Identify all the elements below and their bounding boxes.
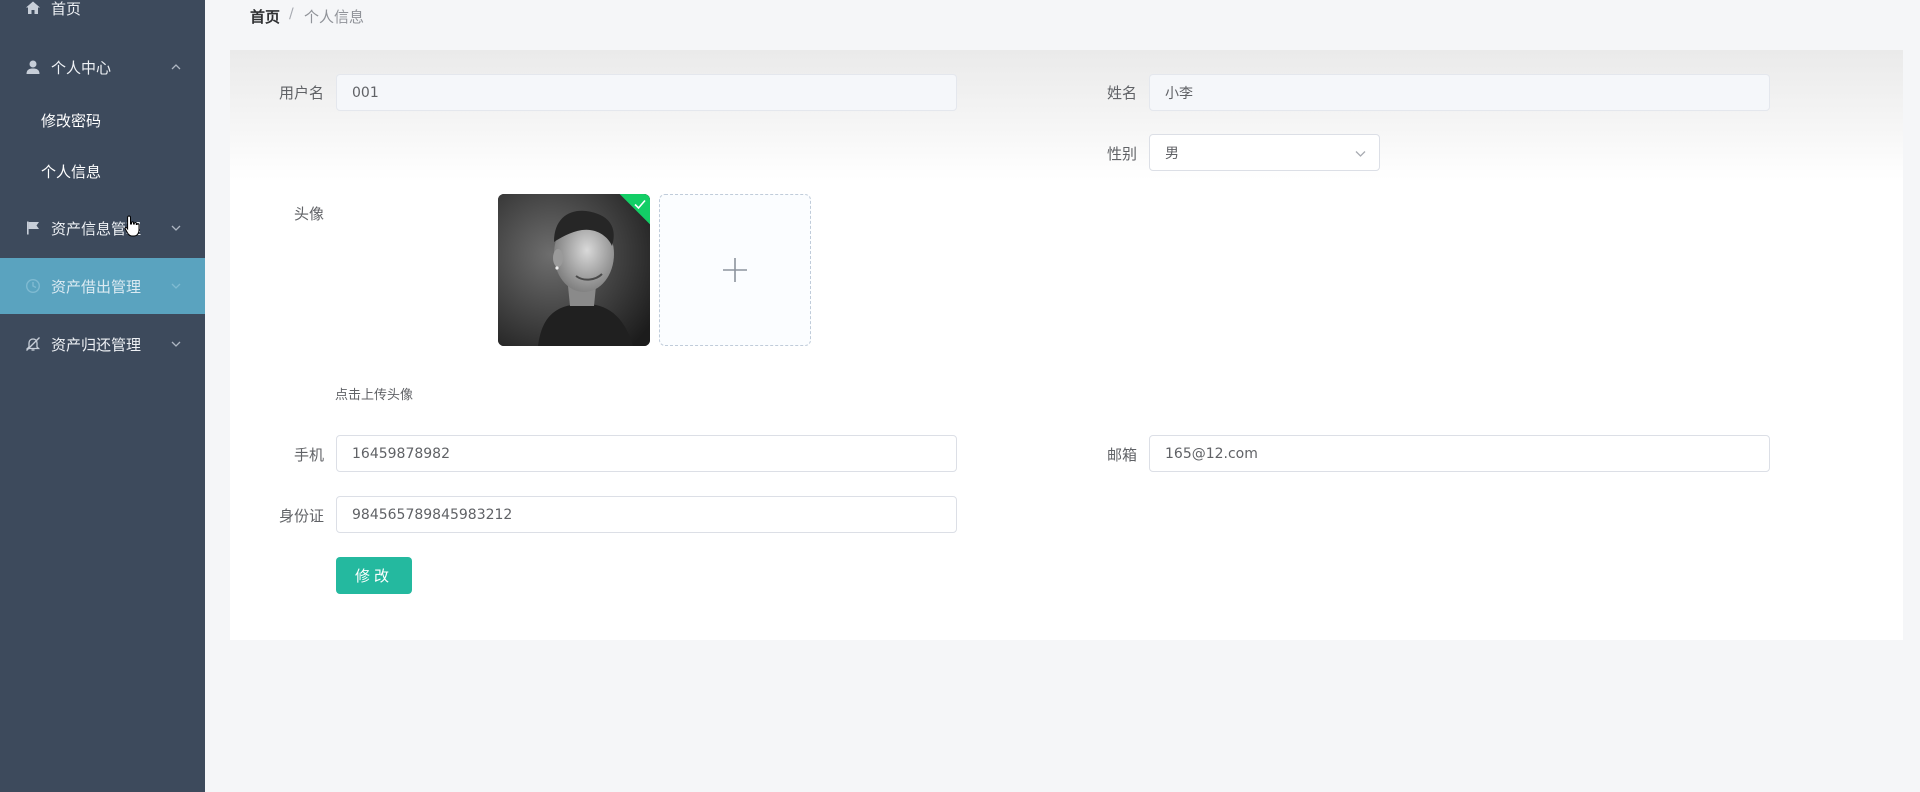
username-value: 001 xyxy=(352,84,379,101)
phone-label: 手机 xyxy=(293,446,324,464)
username-input[interactable]: 001 xyxy=(336,74,957,111)
phone-input[interactable]: 16459878982 xyxy=(336,435,957,472)
hand-cursor-icon xyxy=(124,215,140,237)
email-input[interactable]: 165@12.com xyxy=(1149,435,1770,472)
sidebar-item-personal-center[interactable]: 个人中心 xyxy=(0,39,205,95)
phone-value: 16459878982 xyxy=(352,445,450,462)
sidebar-subitem-label: 个人信息 xyxy=(41,162,102,181)
sidebar-item-asset-lending[interactable]: 资产借出管理 xyxy=(0,258,205,314)
chevron-down-icon xyxy=(171,225,181,231)
chevron-down-icon xyxy=(171,341,181,347)
avatar-upload-button[interactable] xyxy=(659,194,811,346)
username-label: 用户名 xyxy=(278,84,324,102)
sidebar-item-label: 资产借出管理 xyxy=(51,277,142,296)
avatar-image[interactable] xyxy=(498,194,650,346)
update-button[interactable]: 修改 xyxy=(336,557,412,594)
email-label: 邮箱 xyxy=(1106,446,1137,464)
sidebar: 首页 个人中心 修改密码 个人信息 资产信息管理 资产借出管理 资产归还管理 xyxy=(0,0,205,792)
plus-icon xyxy=(723,258,747,282)
id-card-input[interactable]: 984565789845983212 xyxy=(336,496,957,533)
bell-off-icon xyxy=(25,336,41,352)
name-input[interactable]: 小李 xyxy=(1149,74,1770,111)
sidebar-item-home[interactable]: 首页 xyxy=(0,0,205,36)
upload-tip: 点击上传头像 xyxy=(335,388,414,403)
portrait-photo xyxy=(498,194,650,346)
gender-select[interactable]: 男 xyxy=(1149,134,1380,171)
sidebar-subitem-label: 修改密码 xyxy=(41,111,102,130)
gender-label: 性别 xyxy=(1106,145,1137,163)
sidebar-item-asset-return[interactable]: 资产归还管理 xyxy=(0,316,205,372)
email-value: 165@12.com xyxy=(1165,445,1258,462)
avatar-label: 头像 xyxy=(293,205,324,223)
sidebar-item-label: 资产归还管理 xyxy=(51,335,142,354)
sidebar-item-label: 个人中心 xyxy=(51,58,112,77)
name-label: 姓名 xyxy=(1106,84,1137,102)
id-card-value: 984565789845983212 xyxy=(352,506,513,523)
check-icon xyxy=(634,199,646,210)
chevron-down-icon xyxy=(171,283,181,289)
sidebar-subitem-change-password[interactable]: 修改密码 xyxy=(0,95,205,145)
flag-icon xyxy=(25,220,41,236)
name-value: 小李 xyxy=(1165,85,1193,102)
personal-info-card xyxy=(230,50,1903,640)
sidebar-subitem-personal-info[interactable]: 个人信息 xyxy=(0,146,205,196)
home-icon xyxy=(25,0,41,16)
clock-icon xyxy=(25,278,41,294)
breadcrumb-separator: / xyxy=(289,6,294,22)
breadcrumb-current: 个人信息 xyxy=(304,8,365,26)
gender-value: 男 xyxy=(1165,145,1179,162)
chevron-down-icon xyxy=(1355,151,1366,157)
sidebar-item-label: 首页 xyxy=(51,0,82,18)
sidebar-item-asset-info[interactable]: 资产信息管理 xyxy=(0,200,205,256)
breadcrumb: 首页 / 个人信息 xyxy=(205,0,1920,50)
breadcrumb-home-link[interactable]: 首页 xyxy=(250,6,280,27)
user-icon xyxy=(25,59,41,75)
chevron-up-icon xyxy=(171,64,181,70)
id-card-label: 身份证 xyxy=(278,507,324,525)
